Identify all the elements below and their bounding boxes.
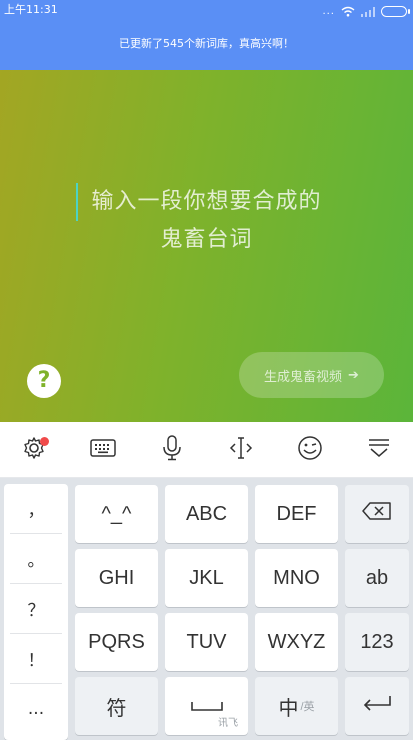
space-key[interactable]: 讯飞 [165,677,248,735]
symbol-key[interactable]: ？ [10,584,62,634]
enter-icon [362,694,392,718]
status-bar: 上午11:31 ... [0,0,413,18]
voice-input-button[interactable] [155,433,189,467]
top-bar: 上午11:31 ... 已更新了545个新词库，真高兴啊！ [0,0,413,70]
english-switch-key[interactable]: ab [345,549,409,607]
xunfei-brand: 讯飞 [218,718,238,729]
screen: 上午11:31 ... 已更新了545个新词库，真高兴啊！ 输入一段你想要合成的… [0,0,413,740]
collapse-icon [367,436,391,464]
input-placeholder[interactable]: 输入一段你想要合成的 鬼畜台词 [0,183,413,259]
keyboard-toolbar [0,422,413,478]
key-8[interactable]: TUV [165,613,248,671]
backspace-button[interactable] [345,485,409,543]
key-5[interactable]: JKL [165,549,248,607]
key-2[interactable]: ABC [165,485,248,543]
key-9[interactable]: WXYZ [255,613,338,671]
backspace-icon [362,502,392,526]
hide-keyboard-button[interactable] [362,433,396,467]
update-notice: 已更新了545个新词库，真高兴啊！ [119,37,294,50]
symbol-key[interactable]: ， [10,484,62,534]
generate-video-label: 生成鬼畜视频 [264,369,343,385]
settings-button[interactable] [17,433,51,467]
status-dots: ... [322,5,335,17]
chinese-english-switch-key[interactable]: 中/英 [255,677,338,735]
generate-video-button[interactable]: 生成鬼畜视频 ➔ [239,352,384,398]
key-6[interactable]: MNO [255,549,338,607]
emoji-button[interactable] [293,433,327,467]
emoji-icon [297,435,323,465]
key-1[interactable]: ^_^ [75,485,158,543]
placeholder-line-2: 鬼畜台词 [160,227,253,252]
symbol-switch-key[interactable]: 符 [75,677,158,735]
microphone-icon [162,434,182,465]
cursor-icon [228,436,254,464]
text-editor-area[interactable]: 输入一段你想要合成的 鬼畜台词 ? 生成鬼畜视频 ➔ [0,70,413,422]
placeholder-line-1: 输入一段你想要合成的 [91,189,322,214]
status-icons: ... [322,2,410,21]
keyboard-switch-button[interactable] [86,433,120,467]
nine-key-keyboard: ， 。 ？ ！ ... ^_^ ABC DEF GHI JKL MNO ab P… [0,478,413,740]
cursor-move-button[interactable] [224,433,258,467]
status-time: 上午11:31 [4,3,58,16]
enter-key[interactable] [345,677,409,735]
symbol-key[interactable]: ... [10,684,62,734]
symbol-key[interactable]: ！ [10,634,62,684]
symbol-column[interactable]: ， 。 ？ ！ ... [4,484,68,740]
wifi-icon [341,2,355,21]
english-sub-label: /英 [300,701,315,713]
arrow-right-icon: ➔ [348,367,359,383]
battery-icon [381,6,410,17]
help-button[interactable]: ? [27,364,61,398]
notification-dot [40,436,50,446]
chinese-label: 中 [278,697,299,720]
number-switch-key[interactable]: 123 [345,613,409,671]
signal-icon [361,2,375,21]
key-7[interactable]: PQRS [75,613,158,671]
symbol-key[interactable]: 。 [10,534,62,584]
key-3[interactable]: DEF [255,485,338,543]
keyboard-icon [90,438,116,462]
key-4[interactable]: GHI [75,549,158,607]
